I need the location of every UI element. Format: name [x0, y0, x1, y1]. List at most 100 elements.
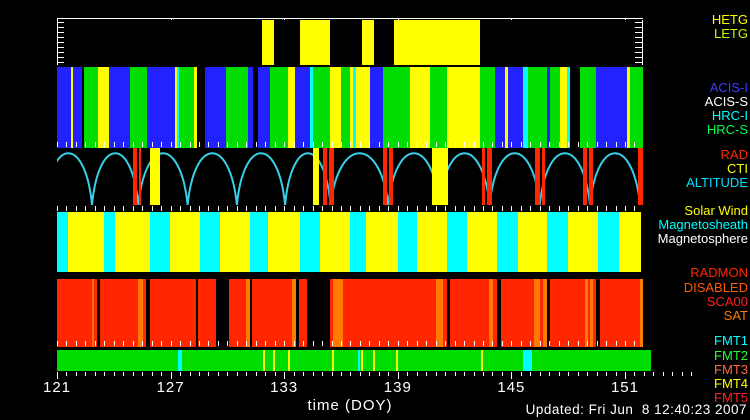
minor-tick: [426, 341, 427, 346]
telemetry-format-segment: [332, 350, 334, 371]
minor-tick: [227, 341, 228, 346]
x-axis-label-151: 151: [611, 379, 639, 396]
radiation-monitor-segment: [229, 279, 246, 347]
science-instruments-segment: [295, 67, 310, 148]
minor-tick: [360, 142, 361, 147]
telemetry-format-segment: [523, 350, 532, 371]
minor-tick: [66, 372, 67, 376]
minor-tick: [85, 341, 86, 346]
x-axis-label-139: 139: [384, 379, 412, 396]
minor-tick: [66, 206, 67, 211]
minor-tick: [559, 142, 560, 147]
label-rad: RAD: [721, 148, 748, 162]
minor-tick: [142, 372, 143, 376]
science-instruments-segment: [270, 67, 288, 148]
minor-tick: [597, 372, 598, 376]
minor-tick: [445, 142, 446, 147]
minor-tick: [445, 206, 446, 211]
perigee-stripe: [389, 148, 393, 205]
x-axis-label-133: 133: [270, 379, 298, 396]
science-instruments-segment: [570, 67, 580, 148]
science-instruments-segment: [147, 67, 175, 148]
minor-tick: [369, 372, 370, 376]
minor-tick: [417, 372, 418, 376]
label-hrc-s: HRC-S: [707, 123, 748, 137]
radiation-monitor-segment: [198, 279, 216, 347]
minor-tick: [76, 142, 77, 147]
perigee-stripe: [329, 148, 334, 205]
minor-tick: [199, 341, 200, 346]
minor-tick: [294, 206, 295, 211]
minor-tick: [644, 372, 645, 376]
minor-tick: [322, 372, 323, 376]
minor-tick: [455, 372, 456, 376]
science-instruments-segment: [98, 67, 109, 148]
science-instruments-segment: [480, 67, 495, 148]
minor-tick: [142, 142, 143, 147]
minor-tick: [294, 142, 295, 147]
minor-tick: [85, 372, 86, 376]
minor-tick: [426, 206, 427, 211]
label-fmt3: FMT3: [714, 363, 748, 377]
minor-tick: [540, 142, 541, 147]
minor-tick: [492, 206, 493, 211]
perigee-stripe: [133, 148, 137, 205]
minor-tick: [313, 142, 314, 147]
minor-tick: [332, 142, 333, 147]
minor-tick: [133, 372, 134, 376]
science-instruments-segment: [258, 67, 270, 148]
minor-tick: [199, 206, 200, 211]
minor-tick: [190, 206, 191, 211]
major-tick: [511, 372, 512, 379]
minor-tick: [265, 142, 266, 147]
minor-tick: [474, 206, 475, 211]
minor-tick: [161, 341, 162, 346]
radiation-monitor-segment: [640, 279, 643, 347]
minor-tick: [350, 206, 351, 211]
minor-tick: [625, 341, 626, 346]
minor-tick: [474, 341, 475, 346]
label-altitude: ALTITUDE: [686, 176, 748, 190]
label-fmt4: FMT4: [714, 377, 748, 391]
minor-tick: [672, 372, 673, 376]
minor-tick: [237, 372, 238, 376]
minor-tick: [275, 206, 276, 211]
minor-tick: [634, 206, 635, 211]
label-acis-i: ACIS-I: [710, 81, 748, 95]
minor-tick: [634, 372, 635, 376]
minor-tick: [114, 206, 115, 211]
minor-tick: [313, 372, 314, 376]
perigee-stripe: [323, 148, 327, 205]
label-hetg: HETG: [712, 13, 748, 27]
minor-tick: [76, 372, 77, 376]
science-instruments-segment: [383, 67, 410, 148]
minor-tick: [142, 341, 143, 346]
minor-tick: [388, 341, 389, 346]
minor-tick: [616, 341, 617, 346]
band-instruments: [57, 67, 643, 148]
minor-tick: [104, 142, 105, 147]
gratings-segment: [394, 20, 480, 65]
minor-tick: [682, 372, 683, 376]
science-instruments-segment: [508, 67, 523, 148]
minor-tick: [360, 341, 361, 346]
telemetry-format-segment: [178, 350, 182, 371]
minor-tick: [350, 372, 351, 376]
label-fmt1: FMT1: [714, 334, 748, 348]
telemetry-format-segment: [358, 350, 360, 371]
minor-tick: [474, 142, 475, 147]
gratings-left-ruler-ticks: [58, 22, 64, 64]
minor-tick: [350, 341, 351, 346]
minor-tick: [483, 206, 484, 211]
minor-tick: [246, 372, 247, 376]
science-instruments-segment: [528, 67, 547, 148]
minor-tick: [76, 206, 77, 211]
science-instruments-segment: [560, 67, 567, 148]
magnetic-region-segment: [150, 212, 170, 272]
perigee-stripe: [542, 148, 545, 205]
minor-tick: [104, 341, 105, 346]
minor-tick: [303, 206, 304, 211]
minor-tick: [123, 372, 124, 376]
minor-tick: [256, 142, 257, 147]
minor-tick: [237, 142, 238, 147]
